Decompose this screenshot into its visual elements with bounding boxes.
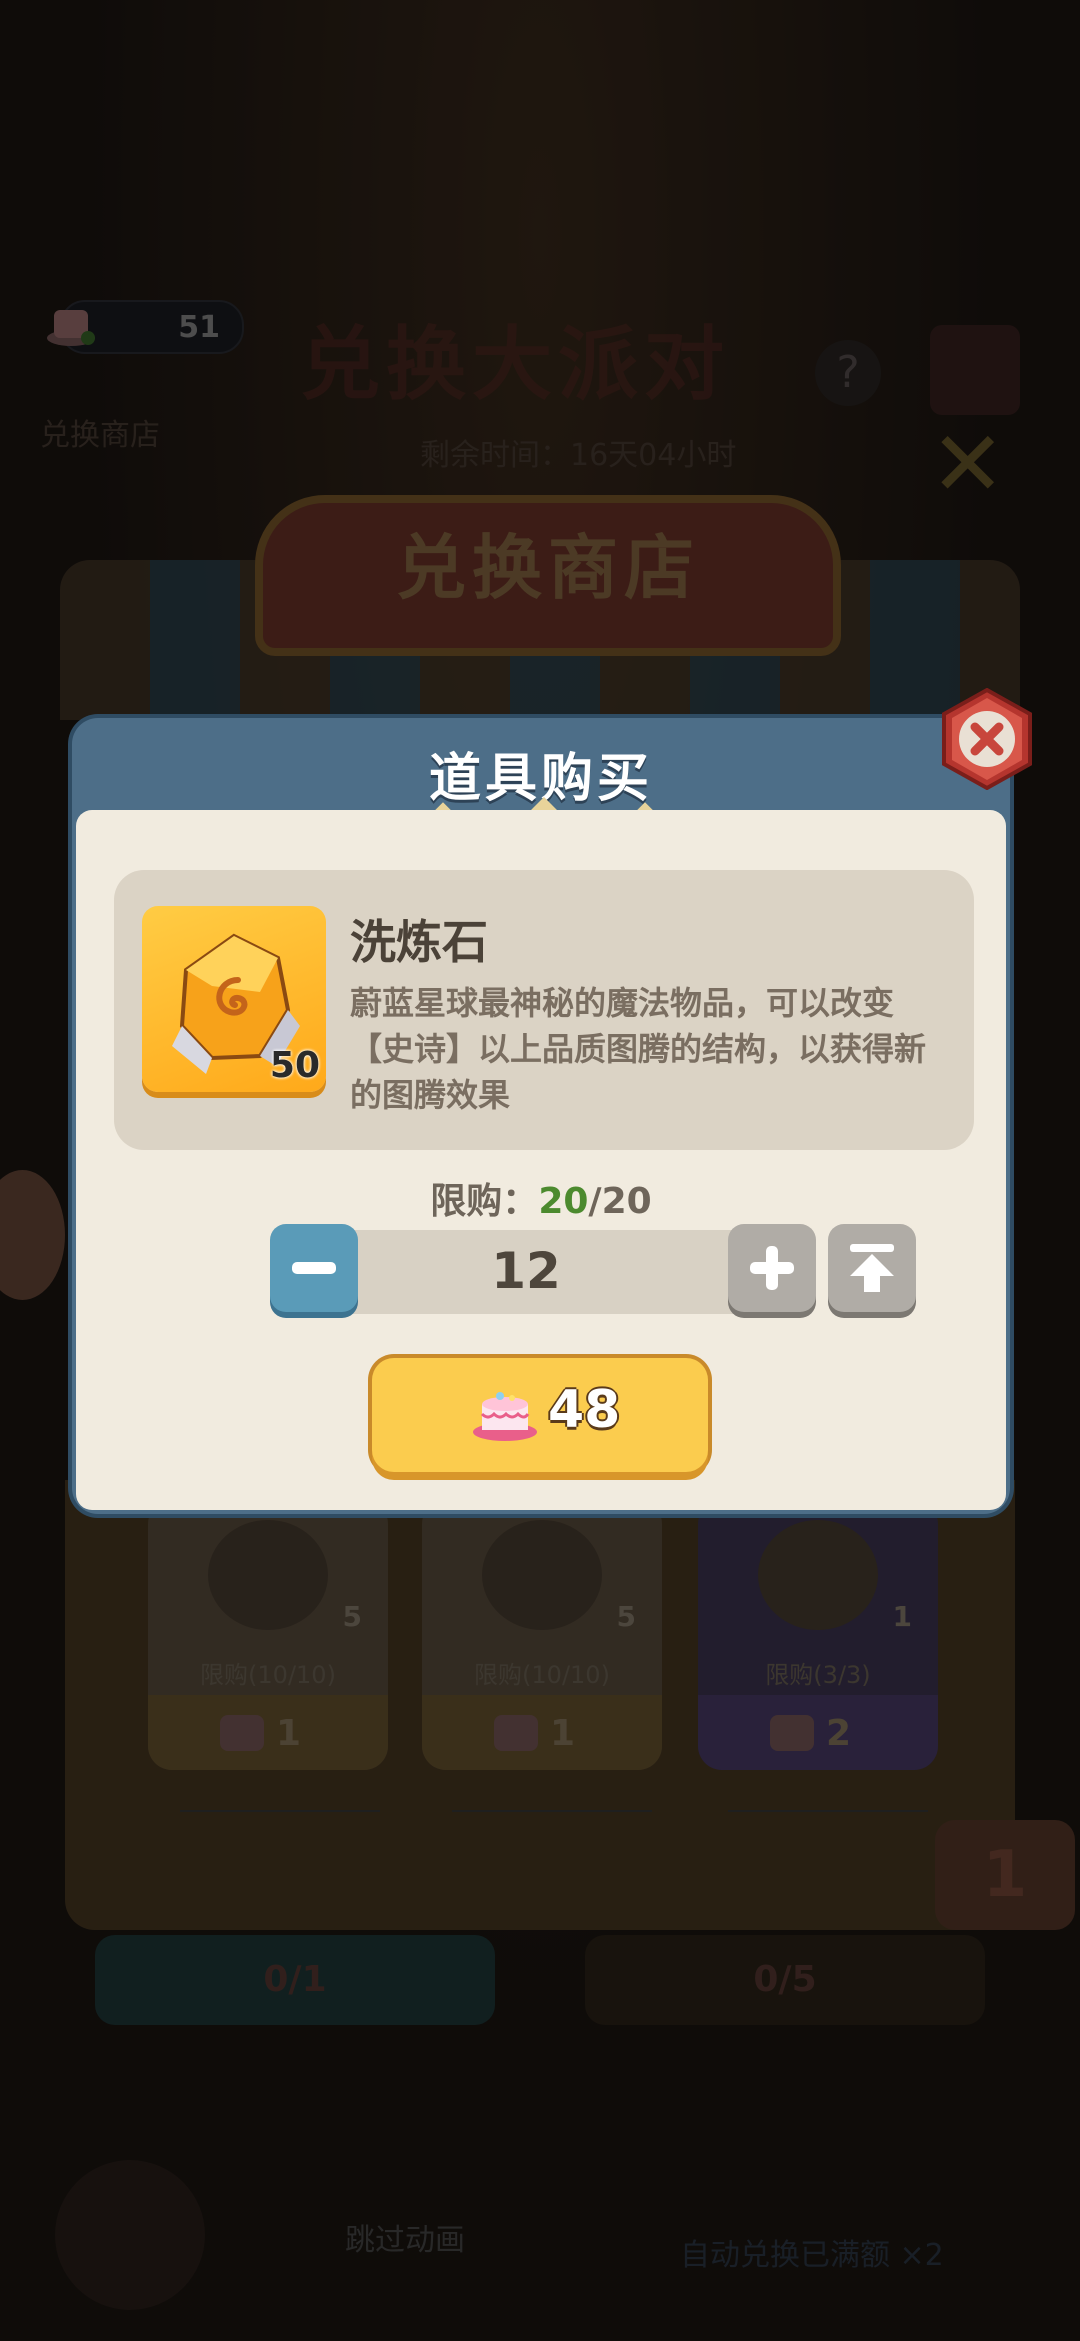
limit-label: 限购： xyxy=(430,1181,539,1222)
limit-separator: / xyxy=(588,1181,602,1222)
item-description: 蔚蓝星球最神秘的魔法物品，可以改变【史诗】以上品质图腾的结构，以获得新的图腾效果 xyxy=(350,984,927,1114)
increase-button[interactable] xyxy=(728,1224,816,1312)
minus-icon xyxy=(292,1262,336,1274)
buy-price: 48 xyxy=(548,1380,621,1440)
purchase-dialog: 道具购买 50 洗炼石 蔚蓝星球最神秘的魔法物品，可以改变【史诗】以上品质图腾的… xyxy=(72,718,1010,1514)
max-arrow-icon xyxy=(850,1244,894,1292)
cake-currency-icon xyxy=(473,1392,537,1441)
limit-max: 20 xyxy=(601,1181,652,1222)
decrease-button[interactable] xyxy=(270,1224,358,1312)
item-info-panel: 50 洗炼石 蔚蓝星球最神秘的魔法物品，可以改变【史诗】以上品质图腾的结构，以获… xyxy=(114,870,974,1150)
buy-button[interactable]: 48 xyxy=(372,1358,708,1472)
close-icon[interactable] xyxy=(936,688,1038,790)
item-icon: 50 xyxy=(142,906,326,1092)
item-name: 洗炼石 xyxy=(350,915,488,969)
dialog-body: 50 洗炼石 蔚蓝星球最神秘的魔法物品，可以改变【史诗】以上品质图腾的结构，以获… xyxy=(76,810,1006,1510)
plus-icon xyxy=(750,1246,794,1290)
max-quantity-button[interactable] xyxy=(828,1224,916,1312)
purchase-limit: 限购：20/20 xyxy=(76,1172,1006,1224)
limit-current: 20 xyxy=(538,1181,589,1222)
item-quantity: 50 xyxy=(269,1045,320,1086)
